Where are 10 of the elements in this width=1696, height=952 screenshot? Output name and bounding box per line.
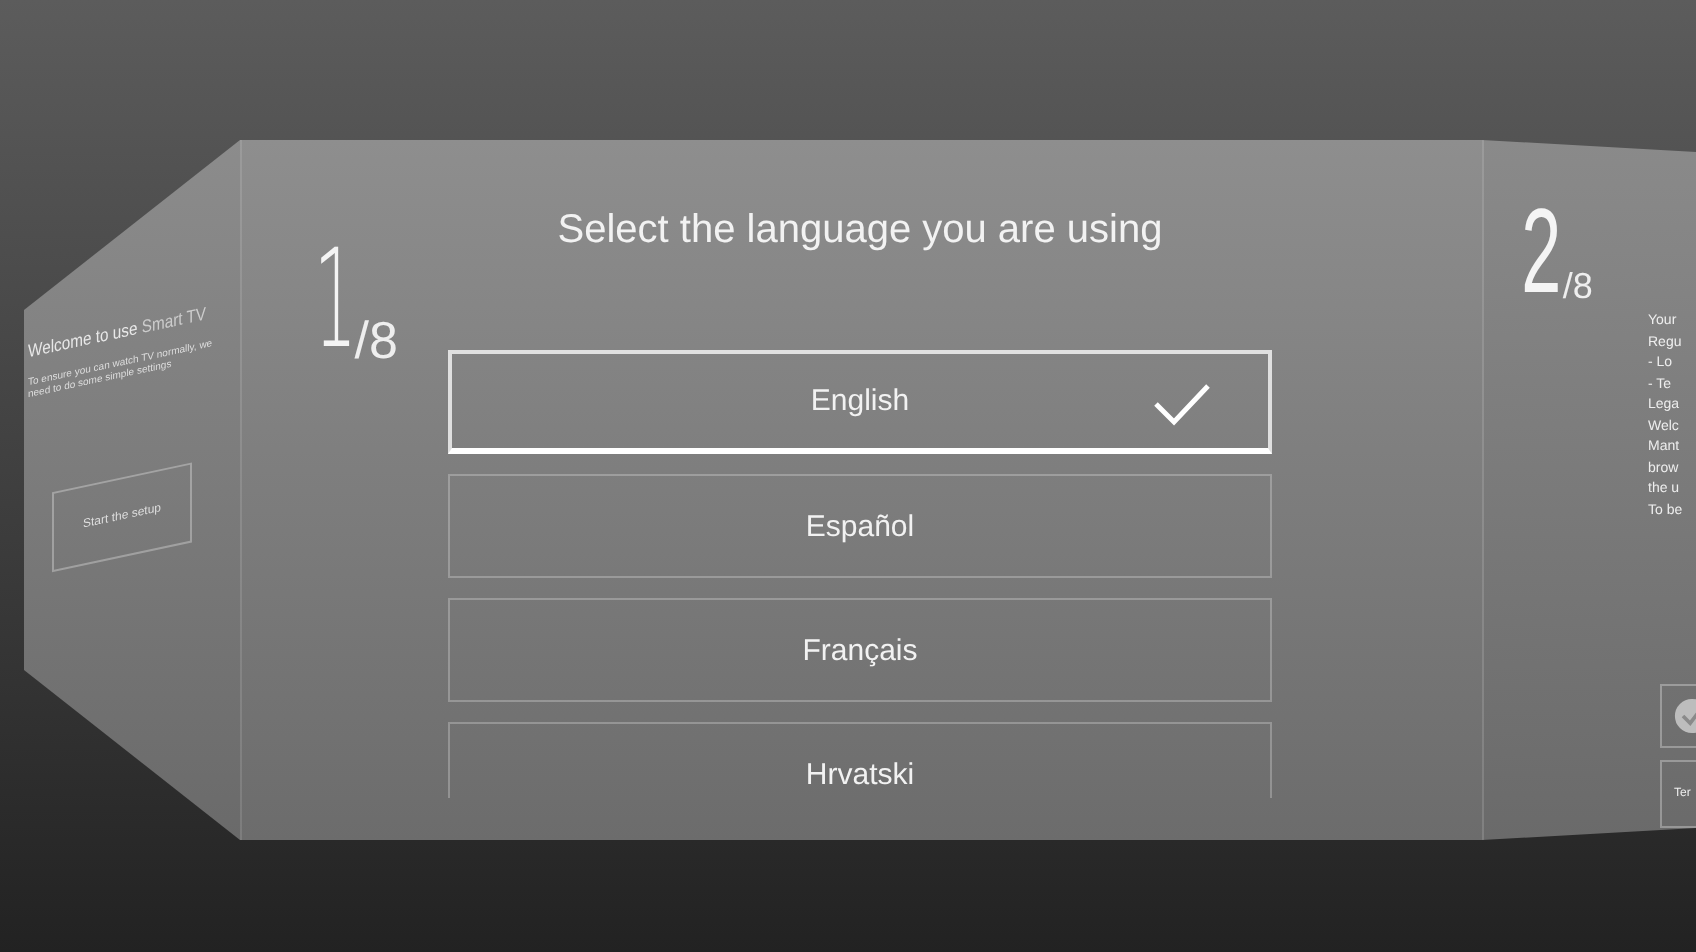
language-option[interactable]: English (448, 350, 1272, 454)
language-option[interactable]: Français (448, 598, 1272, 702)
step-total: /8 (1562, 266, 1593, 308)
language-option[interactable]: Español (448, 474, 1272, 578)
step-number: 2 (1521, 192, 1562, 312)
checkmark-icon (1152, 382, 1212, 426)
step-number: 1 (313, 234, 357, 370)
language-option[interactable]: Hrvatski (448, 722, 1272, 798)
step-title: Select the language you are using (555, 206, 1165, 256)
step-total: /8 (354, 314, 398, 366)
